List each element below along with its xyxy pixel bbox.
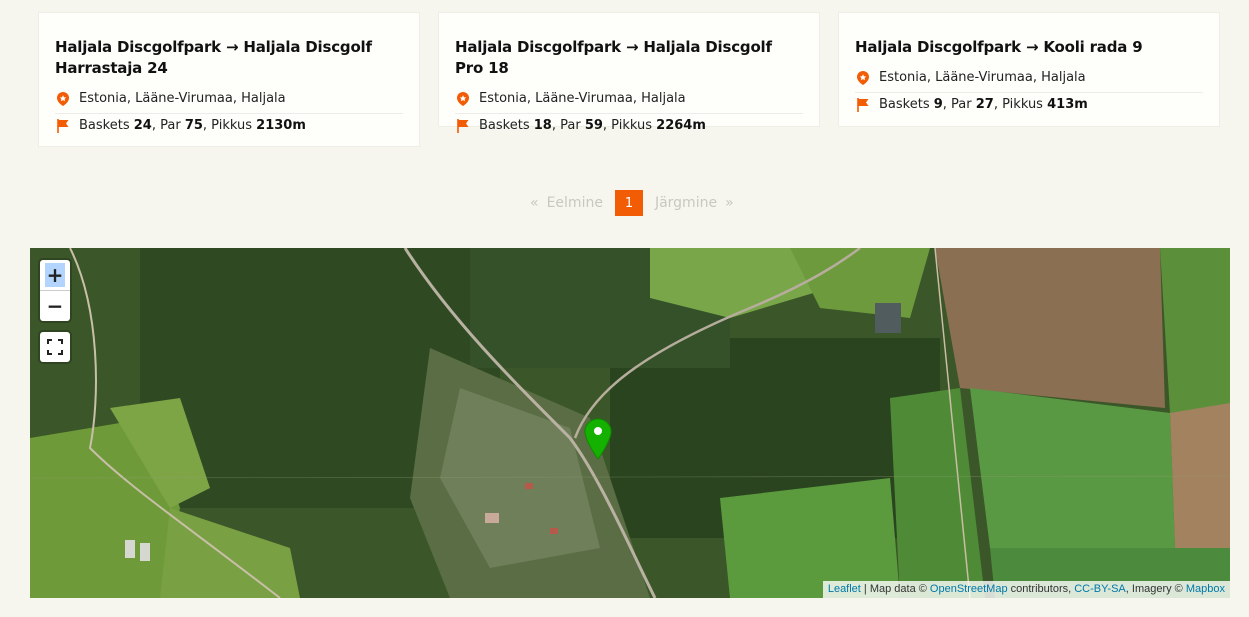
map[interactable]: + − Leaflet | Map data © OpenStreetMap c… xyxy=(30,248,1230,598)
location-pin-icon xyxy=(55,91,71,107)
course-location: Estonia, Lääne-Virumaa, Haljala xyxy=(455,87,803,114)
prev-arrow-icon: « xyxy=(530,195,539,211)
satellite-imagery xyxy=(30,248,1230,598)
leaflet-link[interactable]: Leaflet xyxy=(828,583,861,595)
fullscreen-button[interactable] xyxy=(40,332,70,362)
mapbox-link[interactable]: Mapbox xyxy=(1186,583,1225,595)
plus-icon: + xyxy=(44,263,66,287)
zoom-in-button[interactable]: + xyxy=(40,260,70,291)
location-text: Estonia, Lääne-Virumaa, Haljala xyxy=(879,70,1086,85)
fullscreen-icon xyxy=(47,339,63,355)
course-card[interactable]: Haljala Discgolfpark → Haljala Discgolf … xyxy=(438,12,820,133)
location-pin-icon xyxy=(855,70,871,86)
course-title[interactable]: Haljala Discgolfpark → Haljala Discgolf … xyxy=(455,37,803,79)
flag-icon xyxy=(455,118,471,134)
prev-page-link[interactable]: « Eelmine xyxy=(530,195,603,211)
location-text: Estonia, Lääne-Virumaa, Haljala xyxy=(479,91,686,106)
course-card[interactable]: Haljala Discgolfpark → Kooli rada 9 Esto… xyxy=(838,12,1220,127)
prev-label: Eelmine xyxy=(546,195,603,211)
stats-text: Baskets 9, Par 27, Pikkus 413m xyxy=(879,97,1088,112)
course-title[interactable]: Haljala Discgolfpark → Kooli rada 9 xyxy=(855,37,1203,58)
license-link[interactable]: CC-BY-SA xyxy=(1074,583,1126,595)
flag-icon xyxy=(55,118,71,134)
pagination: « Eelmine 1 Järgmine » xyxy=(530,190,734,216)
stats-text: Baskets 24, Par 75, Pikkus 2130m xyxy=(79,118,306,133)
map-attribution: Leaflet | Map data © OpenStreetMap contr… xyxy=(822,581,1230,598)
stats-text: Baskets 18, Par 59, Pikkus 2264m xyxy=(479,118,706,133)
current-page-button[interactable]: 1 xyxy=(614,190,643,216)
course-stats: Baskets 24, Par 75, Pikkus 2130m xyxy=(55,114,403,138)
zoom-out-button[interactable]: − xyxy=(40,291,70,321)
course-stats: Baskets 18, Par 59, Pikkus 2264m xyxy=(455,114,803,138)
map-marker-icon[interactable] xyxy=(584,418,612,460)
course-location: Estonia, Lääne-Virumaa, Haljala xyxy=(55,87,403,114)
next-arrow-icon: » xyxy=(725,195,734,211)
minus-icon: − xyxy=(46,294,64,318)
osm-link[interactable]: OpenStreetMap xyxy=(930,583,1008,595)
next-label: Järgmine xyxy=(654,195,718,211)
zoom-control: + − xyxy=(40,260,70,321)
location-pin-icon xyxy=(455,91,471,107)
flag-icon xyxy=(855,97,871,113)
location-text: Estonia, Lääne-Virumaa, Haljala xyxy=(79,91,286,106)
course-stats: Baskets 9, Par 27, Pikkus 413m xyxy=(855,93,1203,117)
course-card[interactable]: Haljala Discgolfpark → Haljala Discgolf … xyxy=(38,12,420,147)
next-page-link[interactable]: Järgmine » xyxy=(655,195,734,211)
course-title[interactable]: Haljala Discgolfpark → Haljala Discgolf … xyxy=(55,37,403,79)
course-location: Estonia, Lääne-Virumaa, Haljala xyxy=(855,66,1203,93)
